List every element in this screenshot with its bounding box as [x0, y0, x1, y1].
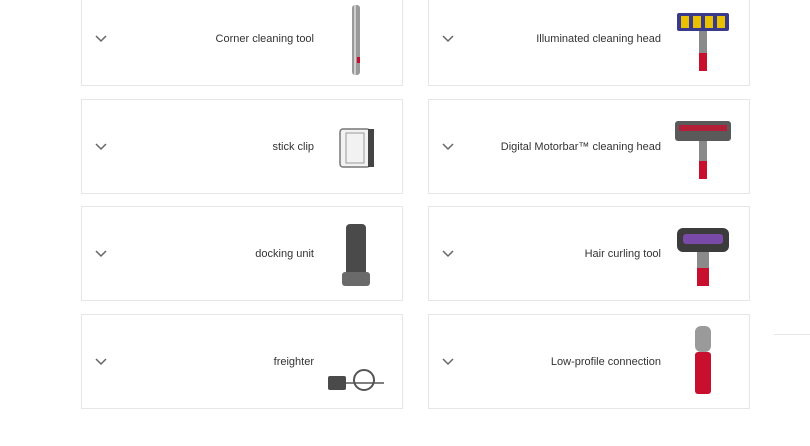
- corner-cleaning-tool-icon: [352, 5, 360, 75]
- accessory-card-low-profile-connection[interactable]: Low-profile connection: [428, 314, 750, 409]
- chevron-down-icon: [442, 357, 454, 365]
- chevron-down-icon: [442, 142, 454, 150]
- accessory-card-motorbar-cleaning-head[interactable]: Digital Motorbar™ cleaning head: [428, 99, 750, 194]
- hair-curling-tool-icon: [677, 227, 729, 286]
- accessory-card-docking-unit[interactable]: docking unit: [81, 206, 403, 301]
- accessory-label: Corner cleaning tool: [215, 33, 314, 45]
- accessory-label: Digital Motorbar™ cleaning head: [500, 140, 661, 153]
- divider: [774, 334, 810, 335]
- chevron-down-icon: [95, 35, 107, 43]
- stick-clip-icon: [339, 127, 374, 168]
- accessory-label: docking unit: [255, 247, 314, 260]
- chevron-down-icon: [95, 357, 107, 365]
- accessory-label: Hair curling tool: [584, 247, 661, 260]
- accessory-card-stick-clip[interactable]: stick clip: [81, 99, 403, 194]
- accessory-label: freighter: [273, 355, 314, 368]
- chevron-down-icon: [442, 35, 454, 43]
- charger-icon: [328, 368, 384, 391]
- accessory-label: Illuminated cleaning head: [536, 33, 661, 45]
- accessory-card-hair-curling-tool[interactable]: Hair curling tool: [428, 206, 750, 301]
- chevron-down-icon: [442, 249, 454, 257]
- accessory-card-corner-cleaning-tool[interactable]: Corner cleaning tool: [81, 0, 403, 86]
- chevron-down-icon: [95, 249, 107, 257]
- chevron-down-icon: [95, 142, 107, 150]
- low-profile-connection-icon: [695, 325, 711, 394]
- accessory-label: Low-profile connection: [550, 355, 661, 368]
- accessory-card-illuminated-cleaning-head[interactable]: Illuminated cleaning head: [428, 0, 750, 86]
- illuminated-cleaning-head-icon: [677, 13, 729, 71]
- accessory-card-charger[interactable]: freighter: [81, 314, 403, 409]
- docking-unit-icon: [342, 223, 370, 286]
- motorbar-cleaning-head-icon: [675, 120, 731, 179]
- accessory-label: stick clip: [272, 140, 314, 153]
